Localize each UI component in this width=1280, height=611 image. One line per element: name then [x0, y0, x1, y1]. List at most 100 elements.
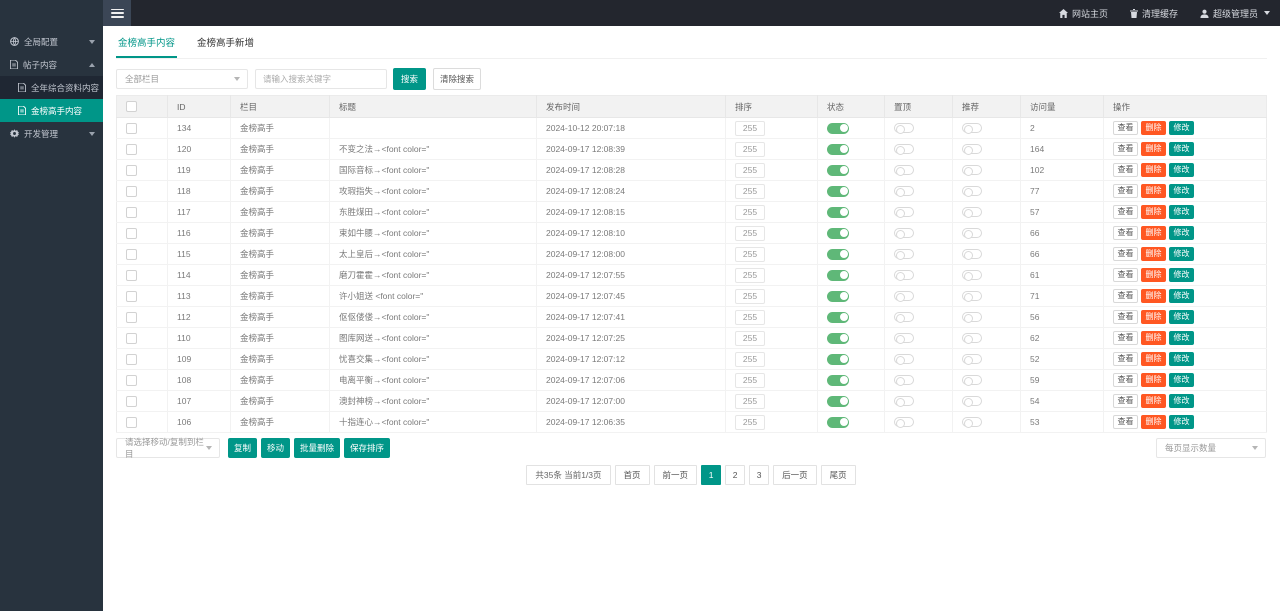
nav-admin-user[interactable]: 超级管理员 — [1200, 7, 1270, 20]
top-toggle[interactable] — [894, 228, 914, 238]
view-button[interactable]: 查看 — [1113, 247, 1138, 261]
sort-input[interactable] — [735, 121, 765, 136]
nav-site-home[interactable]: 网站主页 — [1059, 7, 1108, 20]
row-checkbox[interactable] — [126, 249, 137, 260]
move-copy-select[interactable]: 请选择移动/复制到栏目 — [116, 438, 220, 458]
sort-input[interactable] — [735, 184, 765, 199]
status-toggle[interactable] — [827, 144, 849, 155]
select-all-checkbox[interactable] — [126, 101, 137, 112]
view-button[interactable]: 查看 — [1113, 373, 1138, 387]
first-page-button[interactable]: 首页 — [615, 465, 650, 485]
edit-button[interactable]: 修改 — [1169, 205, 1194, 219]
top-toggle[interactable] — [894, 207, 914, 217]
sort-input[interactable] — [735, 415, 765, 430]
status-toggle[interactable] — [827, 186, 849, 197]
recommend-toggle[interactable] — [962, 186, 982, 196]
last-page-button[interactable]: 尾页 — [821, 465, 856, 485]
row-checkbox[interactable] — [126, 144, 137, 155]
tab-jinbang-add[interactable]: 金榜高手新增 — [195, 34, 256, 58]
top-toggle[interactable] — [894, 186, 914, 196]
status-toggle[interactable] — [827, 291, 849, 302]
recommend-toggle[interactable] — [962, 354, 982, 364]
row-checkbox[interactable] — [126, 228, 137, 239]
recommend-toggle[interactable] — [962, 165, 982, 175]
top-toggle[interactable] — [894, 144, 914, 154]
edit-button[interactable]: 修改 — [1169, 184, 1194, 198]
save-sort-button[interactable]: 保存排序 — [344, 438, 390, 458]
row-checkbox[interactable] — [126, 354, 137, 365]
top-toggle[interactable] — [894, 270, 914, 280]
sidebar-item-global-config[interactable]: 全局配置 — [0, 30, 103, 53]
sort-input[interactable] — [735, 310, 765, 325]
search-button[interactable]: 搜索 — [393, 68, 426, 90]
search-input[interactable] — [255, 69, 387, 89]
prev-page-button[interactable]: 前一页 — [654, 465, 698, 485]
row-checkbox[interactable] — [126, 123, 137, 134]
status-toggle[interactable] — [827, 249, 849, 260]
recommend-toggle[interactable] — [962, 375, 982, 385]
edit-button[interactable]: 修改 — [1169, 226, 1194, 240]
recommend-toggle[interactable] — [962, 312, 982, 322]
status-toggle[interactable] — [827, 123, 849, 134]
row-checkbox[interactable] — [126, 396, 137, 407]
edit-button[interactable]: 修改 — [1169, 352, 1194, 366]
view-button[interactable]: 查看 — [1113, 268, 1138, 282]
top-toggle[interactable] — [894, 375, 914, 385]
page-button[interactable]: 3 — [749, 465, 769, 485]
row-checkbox[interactable] — [126, 375, 137, 386]
status-toggle[interactable] — [827, 333, 849, 344]
sort-input[interactable] — [735, 163, 765, 178]
top-toggle[interactable] — [894, 417, 914, 427]
status-toggle[interactable] — [827, 207, 849, 218]
delete-button[interactable]: 删除 — [1141, 247, 1166, 261]
edit-button[interactable]: 修改 — [1169, 289, 1194, 303]
category-select[interactable]: 全部栏目 — [116, 69, 248, 89]
move-button[interactable]: 移动 — [261, 438, 290, 458]
edit-button[interactable]: 修改 — [1169, 310, 1194, 324]
delete-button[interactable]: 删除 — [1141, 268, 1166, 282]
top-toggle[interactable] — [894, 396, 914, 406]
edit-button[interactable]: 修改 — [1169, 121, 1194, 135]
status-toggle[interactable] — [827, 270, 849, 281]
view-button[interactable]: 查看 — [1113, 310, 1138, 324]
edit-button[interactable]: 修改 — [1169, 415, 1194, 429]
recommend-toggle[interactable] — [962, 123, 982, 133]
delete-button[interactable]: 删除 — [1141, 184, 1166, 198]
delete-button[interactable]: 删除 — [1141, 331, 1166, 345]
view-button[interactable]: 查看 — [1113, 163, 1138, 177]
sort-input[interactable] — [735, 352, 765, 367]
next-page-button[interactable]: 后一页 — [773, 465, 817, 485]
sidebar-item-annual-data-content[interactable]: 全年综合资料内容 — [0, 76, 103, 99]
sort-input[interactable] — [735, 226, 765, 241]
copy-button[interactable]: 复制 — [228, 438, 257, 458]
row-checkbox[interactable] — [126, 186, 137, 197]
page-size-select[interactable]: 每页显示数量 — [1156, 438, 1266, 458]
view-button[interactable]: 查看 — [1113, 289, 1138, 303]
edit-button[interactable]: 修改 — [1169, 373, 1194, 387]
recommend-toggle[interactable] — [962, 249, 982, 259]
edit-button[interactable]: 修改 — [1169, 142, 1194, 156]
recommend-toggle[interactable] — [962, 291, 982, 301]
sort-input[interactable] — [735, 373, 765, 388]
row-checkbox[interactable] — [126, 207, 137, 218]
delete-button[interactable]: 删除 — [1141, 163, 1166, 177]
menu-toggle-button[interactable] — [103, 0, 131, 26]
row-checkbox[interactable] — [126, 333, 137, 344]
view-button[interactable]: 查看 — [1113, 142, 1138, 156]
row-checkbox[interactable] — [126, 270, 137, 281]
sidebar-item-dev-management[interactable]: 开发管理 — [0, 122, 103, 145]
nav-clear-cache[interactable]: 清理缓存 — [1130, 7, 1178, 20]
edit-button[interactable]: 修改 — [1169, 394, 1194, 408]
delete-button[interactable]: 删除 — [1141, 373, 1166, 387]
status-toggle[interactable] — [827, 375, 849, 386]
status-toggle[interactable] — [827, 354, 849, 365]
recommend-toggle[interactable] — [962, 270, 982, 280]
status-toggle[interactable] — [827, 228, 849, 239]
edit-button[interactable]: 修改 — [1169, 163, 1194, 177]
edit-button[interactable]: 修改 — [1169, 268, 1194, 282]
sidebar-item-jinbang-expert-content[interactable]: 金榜高手内容 — [0, 99, 103, 122]
top-toggle[interactable] — [894, 165, 914, 175]
view-button[interactable]: 查看 — [1113, 352, 1138, 366]
delete-button[interactable]: 删除 — [1141, 289, 1166, 303]
view-button[interactable]: 查看 — [1113, 415, 1138, 429]
